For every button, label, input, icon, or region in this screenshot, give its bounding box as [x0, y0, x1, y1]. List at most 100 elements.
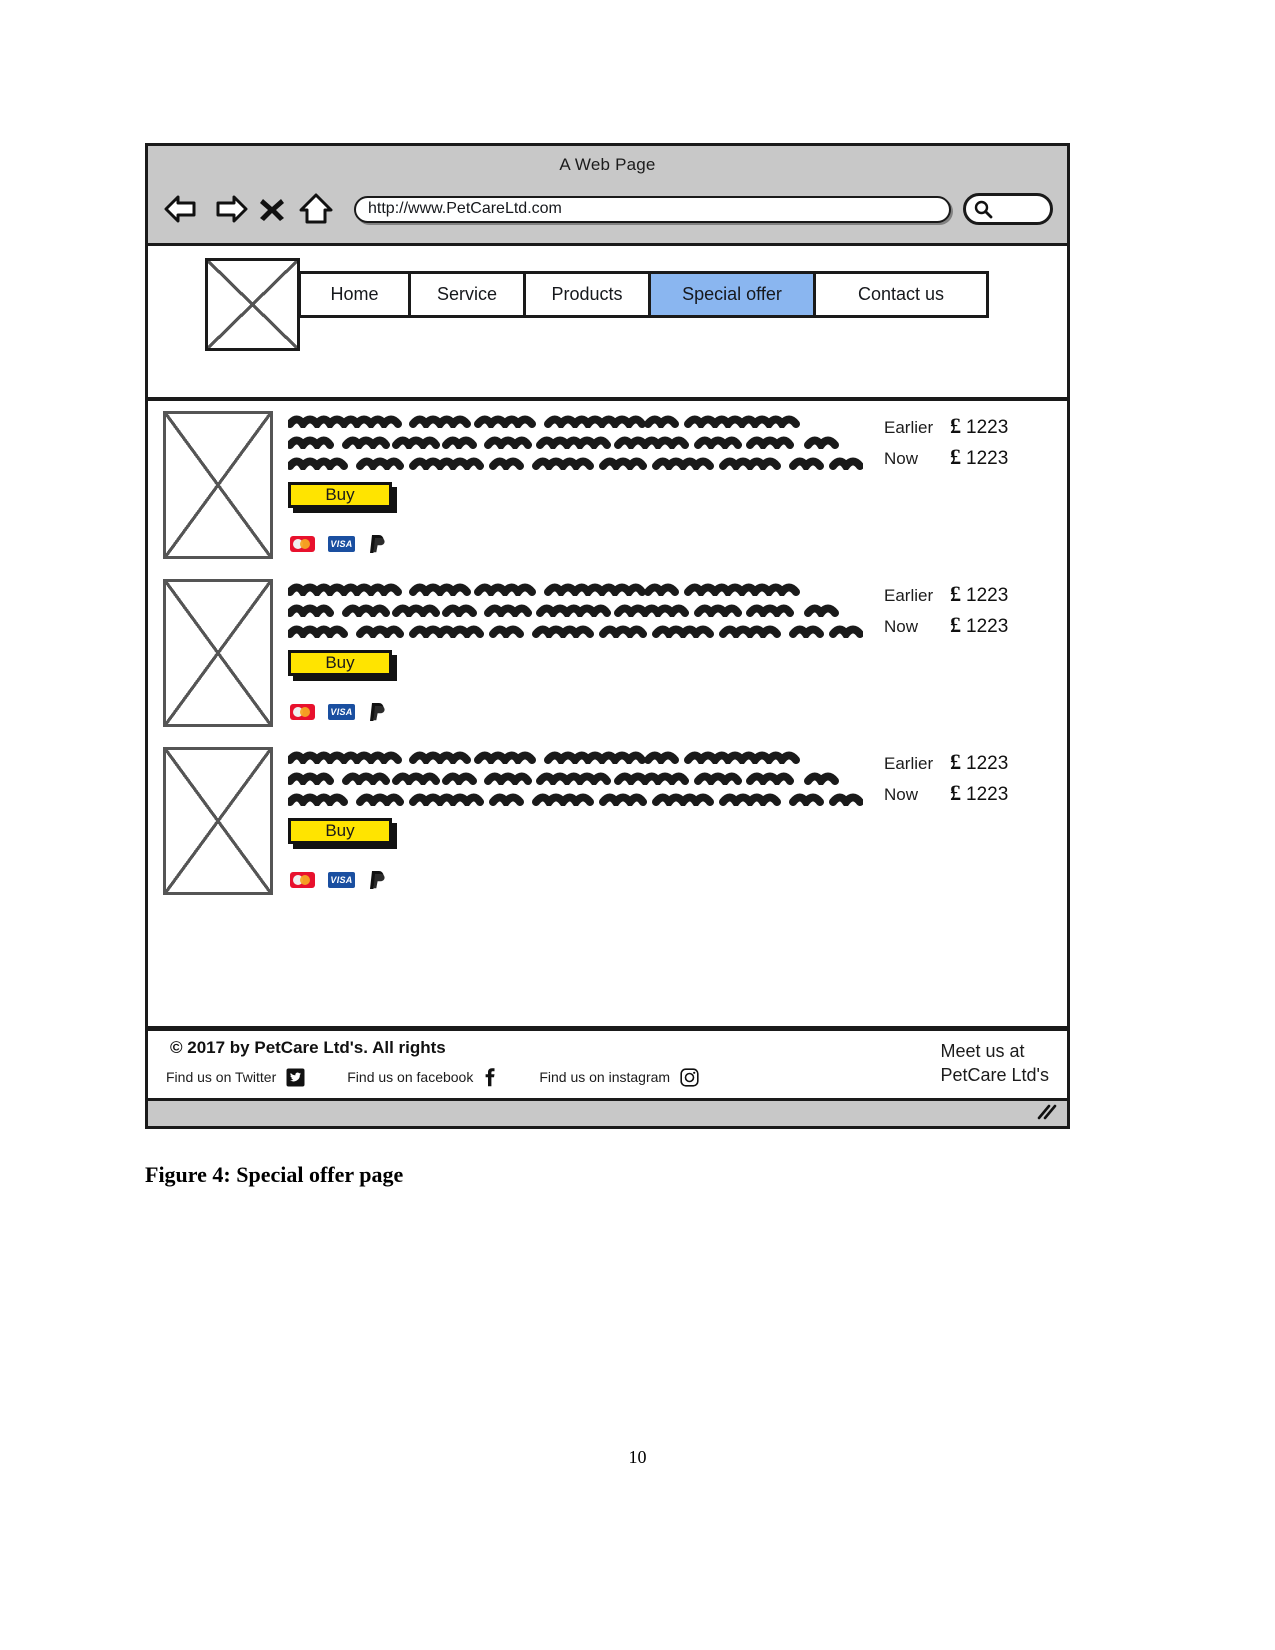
offer-prices: Earlier £ 1223 Now £ 1223 [884, 749, 1049, 811]
price-now-value: 1223 [966, 616, 1009, 637]
price-now-value: 1223 [966, 448, 1009, 469]
browser-status-bar [148, 1098, 1067, 1126]
offer-image-placeholder [163, 411, 273, 559]
back-icon[interactable] [162, 187, 206, 231]
page-number: 10 [628, 1447, 647, 1467]
browser-window-mockup: A Web Page http://www.PetCareLtd.com Hom… [145, 143, 1070, 1129]
buy-button[interactable]: Buy [288, 818, 392, 844]
window-title: A Web Page [559, 155, 656, 174]
offer-description [288, 747, 882, 806]
copyright-text: © 2017 by PetCare Ltd's. All rights [170, 1038, 446, 1057]
social-link-label: Find us on instagram [539, 1069, 671, 1085]
nav-item-contact-us[interactable]: Contact us [816, 274, 986, 315]
currency-symbol: £ [950, 413, 961, 438]
social-link-twitter[interactable]: Find us on Twitter [166, 1068, 305, 1087]
scribble-line [288, 583, 800, 596]
price-now-value: 1223 [966, 784, 1009, 805]
home-icon[interactable] [294, 187, 338, 231]
document-page: A Web Page http://www.PetCareLtd.com Hom… [0, 0, 1275, 1650]
site-header: Home Service Products Special offer Cont… [148, 246, 1067, 401]
offer-details: Buy VISA [288, 747, 882, 889]
nav-item-special-offer[interactable]: Special offer [651, 274, 816, 315]
figure-caption: Figure 4: Special offer page [145, 1162, 404, 1187]
forward-icon[interactable] [206, 187, 250, 231]
nav-item-label: Products [551, 284, 623, 304]
site-logo-placeholder [205, 258, 300, 351]
offer-description [288, 411, 882, 470]
payment-methods: VISA [290, 534, 386, 554]
price-now: Now £ 1223 [884, 780, 1049, 806]
offer-item: Buy VISA Earlier £ 1223 Now £ 1223 [148, 737, 1067, 905]
scribble-line [288, 772, 839, 785]
price-earlier-value: 1223 [966, 753, 1009, 774]
buy-button-wrapper: Buy VISA [288, 818, 397, 889]
mastercard-icon [290, 704, 315, 720]
main-navigation: Home Service Products Special offer Cont… [298, 271, 989, 318]
nav-item-service[interactable]: Service [411, 274, 526, 315]
currency-symbol: £ [950, 444, 961, 469]
browser-toolbar: http://www.PetCareLtd.com [148, 179, 1067, 239]
special-offers-list: Buy VISA Earlier £ 1223 Now £ 1223 Buy V… [148, 401, 1067, 1031]
price-earlier-label: Earlier [884, 418, 934, 437]
mastercard-icon [290, 536, 315, 552]
currency-symbol: £ [950, 612, 961, 637]
offer-prices: Earlier £ 1223 Now £ 1223 [884, 413, 1049, 475]
price-now-label: Now [884, 617, 919, 636]
price-earlier-value: 1223 [966, 417, 1009, 438]
mastercard-icon [290, 872, 315, 888]
price-earlier-value: 1223 [966, 585, 1009, 606]
scribble-line [288, 415, 800, 428]
payment-methods: VISA [290, 702, 386, 722]
meet-us-line-1: Meet us at [940, 1041, 1025, 1061]
scribble-line [288, 457, 863, 470]
browser-chrome: A Web Page http://www.PetCareLtd.com [148, 146, 1067, 246]
facebook-icon [483, 1067, 497, 1087]
twitter-icon [286, 1068, 305, 1087]
currency-symbol: £ [950, 581, 961, 606]
nav-item-label: Special offer [682, 284, 782, 304]
visa-icon: VISA [328, 872, 355, 888]
price-earlier: Earlier £ 1223 [884, 749, 1049, 775]
scribble-line [288, 751, 800, 764]
visa-icon: VISA [328, 536, 355, 552]
buy-button[interactable]: Buy [288, 482, 392, 508]
social-link-instagram[interactable]: Find us on instagram [539, 1067, 699, 1087]
offer-details: Buy VISA [288, 411, 882, 553]
social-link-label: Find us on Twitter [166, 1069, 277, 1085]
social-link-facebook[interactable]: Find us on facebook [347, 1067, 497, 1087]
nav-item-label: Service [436, 284, 498, 304]
price-now: Now £ 1223 [884, 612, 1049, 638]
scribble-line [288, 793, 863, 806]
social-link-label: Find us on facebook [347, 1069, 474, 1085]
nav-item-home[interactable]: Home [301, 274, 411, 315]
scribble-line [288, 625, 863, 638]
nav-item-label: Home [330, 284, 379, 304]
price-earlier-label: Earlier [884, 586, 934, 605]
offer-image-placeholder [163, 579, 273, 727]
currency-symbol: £ [950, 749, 961, 774]
visa-icon: VISA [328, 704, 355, 720]
price-earlier: Earlier £ 1223 [884, 413, 1049, 439]
nav-item-label: Contact us [857, 284, 945, 304]
resize-grip-icon[interactable] [1035, 1104, 1059, 1127]
paypal-icon [368, 534, 386, 554]
payment-methods: VISA [290, 870, 386, 890]
paypal-icon [368, 702, 386, 722]
price-now: Now £ 1223 [884, 444, 1049, 470]
nav-item-products[interactable]: Products [526, 274, 651, 315]
price-earlier: Earlier £ 1223 [884, 581, 1049, 607]
site-footer: © 2017 by PetCare Ltd's. All rights Find… [148, 1026, 1067, 1098]
offer-prices: Earlier £ 1223 Now £ 1223 [884, 581, 1049, 643]
buy-button-label: Buy [325, 485, 355, 504]
buy-button[interactable]: Buy [288, 650, 392, 676]
offer-item: Buy VISA Earlier £ 1223 Now £ 1223 [148, 401, 1067, 569]
search-box[interactable] [963, 193, 1053, 225]
paypal-icon [368, 870, 386, 890]
search-icon [974, 200, 993, 219]
meet-us-block: Meet us at PetCare Ltd's [941, 1040, 1050, 1088]
scribble-line [288, 604, 839, 617]
stop-icon[interactable] [250, 187, 294, 231]
instagram-icon [680, 1067, 699, 1087]
address-bar[interactable]: http://www.PetCareLtd.com [354, 195, 951, 223]
price-earlier-label: Earlier [884, 754, 934, 773]
